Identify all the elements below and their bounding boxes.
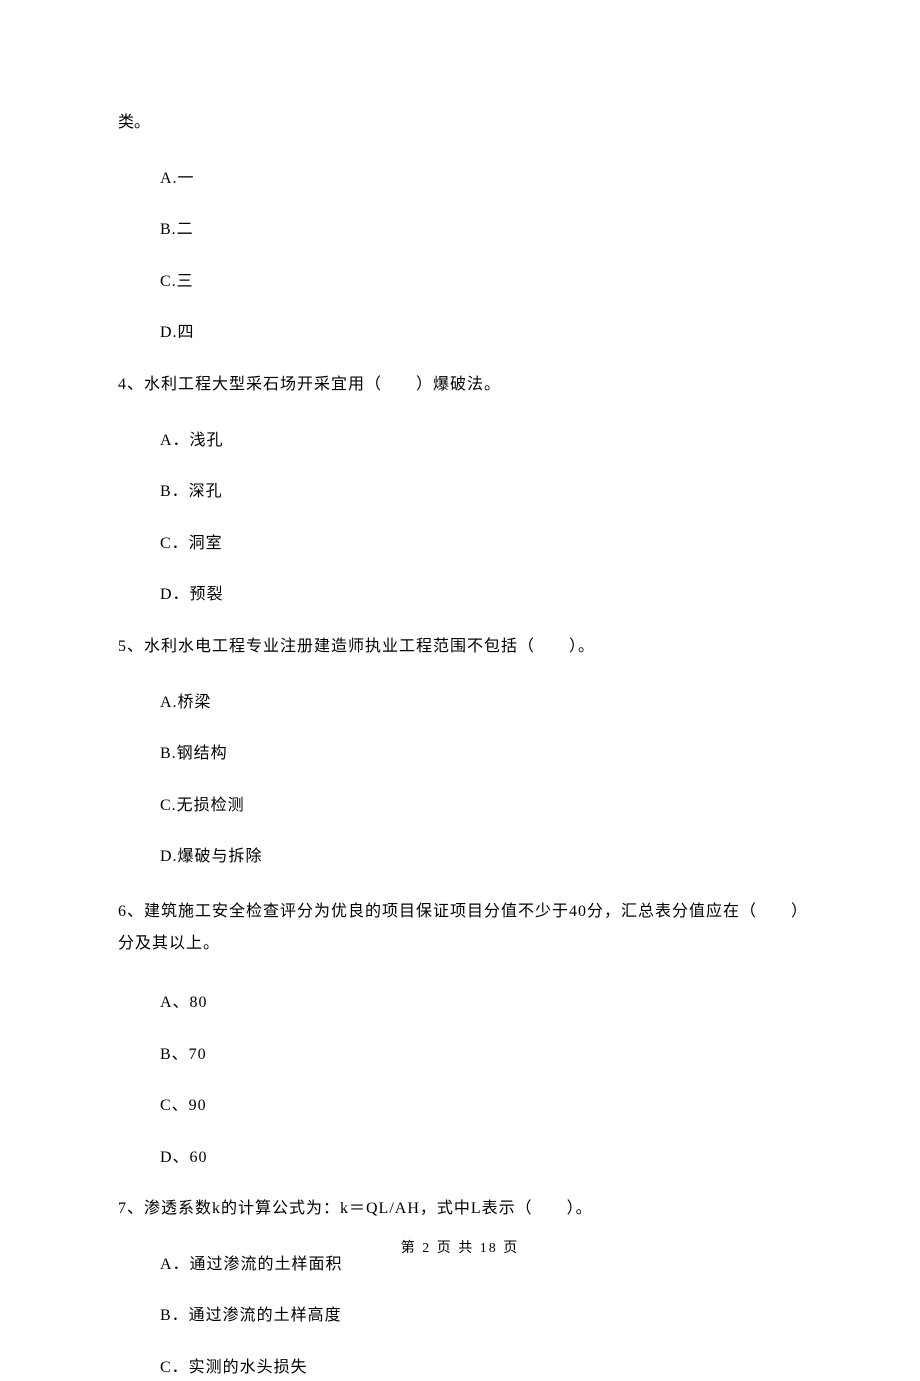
q5-option-a: A.桥梁 [118, 690, 802, 716]
q5-options: A.桥梁 B.钢结构 C.无损检测 D.爆破与拆除 [118, 690, 802, 870]
q6-option-c: C、90 [118, 1093, 802, 1119]
q3-option-c: C.三 [118, 269, 802, 295]
q6-options: A、80 B、70 C、90 D、60 [118, 990, 802, 1170]
question-continuation: 类。 [118, 110, 802, 136]
q6-option-d: D、60 [118, 1145, 802, 1171]
q5-option-d: D.爆破与拆除 [118, 844, 802, 870]
q5-text: 5、水利水电工程专业注册建造师执业工程范围不包括（ ）。 [118, 634, 802, 660]
q3-options: A.一 B.二 C.三 D.四 [118, 166, 802, 346]
q4-options: A．浅孔 B．深孔 C．洞室 D．预裂 [118, 428, 802, 608]
q4-option-b: B．深孔 [118, 479, 802, 505]
q7-option-b: B．通过渗流的土样高度 [118, 1303, 802, 1329]
q5-option-c: C.无损检测 [118, 793, 802, 819]
q4-option-a: A．浅孔 [118, 428, 802, 454]
q4-option-d: D．预裂 [118, 582, 802, 608]
q3-option-b: B.二 [118, 217, 802, 243]
q6-option-b: B、70 [118, 1042, 802, 1068]
q5-option-b: B.钢结构 [118, 741, 802, 767]
q6-text: 6、建筑施工安全检查评分为优良的项目保证项目分值不少于40分，汇总表分值应在（ … [118, 896, 802, 960]
q4-text: 4、水利工程大型采石场开采宜用（ ）爆破法。 [118, 372, 802, 398]
q6-option-a: A、80 [118, 990, 802, 1016]
q7-text: 7、渗透系数k的计算公式为：k＝QL/AH，式中L表示（ ）。 [118, 1196, 802, 1222]
q7-option-c: C．实测的水头损失 [118, 1355, 802, 1381]
q4-option-c: C．洞室 [118, 531, 802, 557]
page-footer: 第 2 页 共 18 页 [0, 1238, 920, 1260]
q3-option-d: D.四 [118, 320, 802, 346]
q7-options: A．通过渗流的土样面积 B．通过渗流的土样高度 C．实测的水头损失 [118, 1252, 802, 1381]
q3-option-a: A.一 [118, 166, 802, 192]
